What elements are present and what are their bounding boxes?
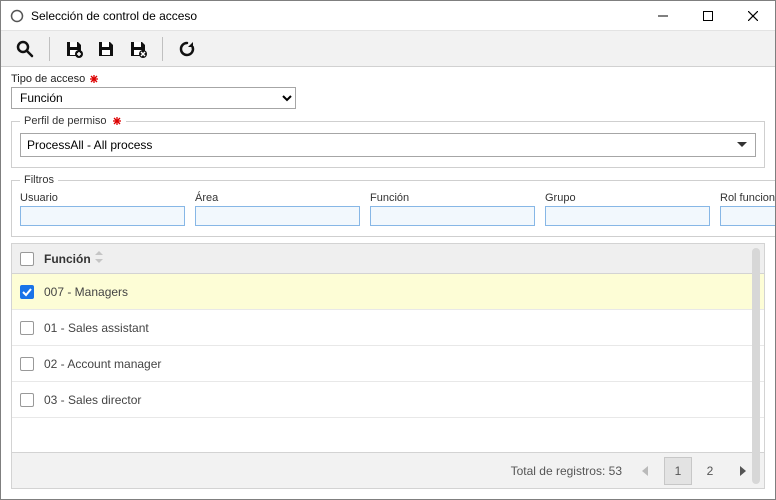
chevron-down-icon — [735, 142, 749, 148]
access-type-select[interactable]: Función — [11, 87, 296, 109]
minimize-button[interactable] — [640, 1, 685, 30]
filter-label-area: Área — [195, 192, 360, 204]
profile-value: ProcessAll - All process — [27, 138, 735, 152]
pager: 1 2 — [632, 457, 756, 485]
app-icon — [9, 8, 25, 24]
select-all-checkbox[interactable] — [20, 252, 34, 266]
save-new-button[interactable] — [60, 35, 88, 63]
filter-label-usuario: Usuario — [20, 192, 185, 204]
toolbar-divider — [162, 37, 163, 61]
profile-fieldset: Perfil de permiso ProcessAll - All proce… — [11, 115, 765, 168]
profile-select[interactable]: ProcessAll - All process — [20, 133, 756, 157]
window: Selección de control de acceso — [0, 0, 776, 500]
table-body: 007 - Managers 01 - Sales assistant 02 -… — [12, 274, 764, 452]
access-type-label: Tipo de acceso — [11, 73, 85, 85]
table-row[interactable]: 02 - Account manager — [12, 346, 764, 382]
column-header-funcion[interactable]: Función — [44, 252, 91, 266]
filter-input-area[interactable] — [195, 206, 360, 226]
filters-legend: Filtros — [20, 174, 58, 186]
filter-input-rol[interactable] — [720, 206, 775, 226]
filter-label-grupo: Grupo — [545, 192, 710, 204]
refresh-button[interactable] — [173, 35, 201, 63]
row-checkbox[interactable] — [20, 357, 34, 371]
total-records-label: Total de registros: 53 — [511, 464, 622, 478]
filter-label-rol: Rol funcional — [720, 192, 775, 204]
toolbar-divider — [49, 37, 50, 61]
toolbar — [1, 31, 775, 67]
pager-prev-button[interactable] — [632, 457, 660, 485]
table-footer: Total de registros: 53 1 2 — [12, 452, 764, 488]
titlebar: Selección de control de acceso — [1, 1, 775, 31]
search-button[interactable] — [11, 35, 39, 63]
row-checkbox[interactable] — [20, 321, 34, 335]
required-icon — [112, 116, 122, 126]
filters-fieldset: Filtros Usuario Área Función Grupo — [11, 174, 775, 237]
filter-label-funcion: Función — [370, 192, 535, 204]
pager-page-2[interactable]: 2 — [696, 457, 724, 485]
row-label: 01 - Sales assistant — [44, 321, 149, 335]
table-row[interactable]: 007 - Managers — [12, 274, 764, 310]
table-row[interactable]: 01 - Sales assistant — [12, 310, 764, 346]
row-checkbox[interactable] — [20, 393, 34, 407]
row-label: 03 - Sales director — [44, 393, 141, 407]
access-type-field: Tipo de acceso Función — [11, 73, 765, 109]
filter-input-funcion[interactable] — [370, 206, 535, 226]
window-title: Selección de control de acceso — [31, 9, 640, 23]
row-label: 02 - Account manager — [44, 357, 161, 371]
table-header: Función — [12, 244, 764, 274]
pager-page-1[interactable]: 1 — [664, 457, 692, 485]
required-icon — [89, 74, 99, 84]
row-label: 007 - Managers — [44, 285, 128, 299]
filter-input-grupo[interactable] — [545, 206, 710, 226]
sort-icon — [95, 251, 103, 266]
row-checkbox[interactable] — [20, 285, 34, 299]
maximize-button[interactable] — [685, 1, 730, 30]
results-table: Función 007 - Managers 01 — [11, 243, 765, 489]
profile-legend: Perfil de permiso — [24, 115, 107, 127]
body: Tipo de acceso Función Perfil de permiso… — [1, 67, 775, 499]
filter-input-usuario[interactable] — [20, 206, 185, 226]
save-button[interactable] — [92, 35, 120, 63]
save-delete-button[interactable] — [124, 35, 152, 63]
table-row[interactable]: 03 - Sales director — [12, 382, 764, 418]
close-button[interactable] — [730, 1, 775, 30]
scrollbar[interactable] — [752, 248, 760, 484]
